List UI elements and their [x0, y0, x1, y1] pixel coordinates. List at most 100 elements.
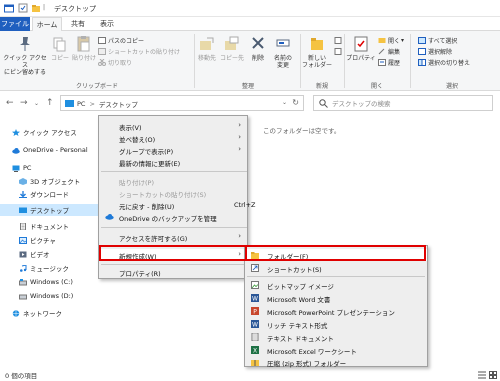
refresh-icon[interactable]: ↻: [292, 98, 299, 107]
history-button[interactable]: 履歴: [378, 58, 400, 67]
breadcrumb-separator: >: [89, 100, 95, 108]
submenu-item-label: ショートカット(S): [267, 266, 322, 274]
properties-quick-icon[interactable]: [18, 3, 28, 13]
copy-path-button[interactable]: パスのコピー: [98, 36, 144, 45]
search-box[interactable]: [313, 95, 493, 111]
submenu-item-rtf[interactable]: W リッチ テキスト形式: [245, 318, 427, 330]
paste-shortcut-button[interactable]: ショートカットの貼り付け: [98, 47, 180, 56]
new-folder-quick-icon[interactable]: [31, 3, 41, 13]
shortcut-icon: [251, 264, 259, 272]
sidebar-item-videos[interactable]: ビデオ: [19, 248, 50, 260]
new-item-dropdown[interactable]: [334, 36, 344, 45]
properties-button[interactable]: プロパティ: [346, 35, 376, 62]
edit-button[interactable]: 編集: [378, 47, 400, 56]
computer-icon: [12, 165, 20, 172]
copy-to-icon: [225, 36, 239, 50]
breadcrumb-desktop[interactable]: デスクトップ: [99, 99, 138, 109]
large-icons-view-icon[interactable]: [489, 371, 497, 379]
onedrive-cloud-icon: [105, 214, 114, 220]
breadcrumb-pc[interactable]: PC: [77, 100, 85, 108]
back-arrow-icon[interactable]: ←: [6, 98, 14, 108]
select-all-button[interactable]: すべて選択: [418, 36, 457, 45]
submenu-item-word[interactable]: W Microsoft Word 文書: [245, 292, 427, 304]
sidebar-item-music[interactable]: ミュージック: [19, 262, 69, 274]
submenu-item-shortcut[interactable]: ショートカット(S): [245, 262, 427, 274]
tab-share[interactable]: 共有: [66, 17, 90, 31]
video-icon: [19, 251, 27, 257]
cut-button[interactable]: 切り取り: [98, 58, 132, 67]
sidebar-item-desktop[interactable]: デスクトップ: [0, 204, 98, 216]
menu-item-give-access[interactable]: アクセスを許可する(G) ›: [99, 231, 247, 243]
menu-item-properties[interactable]: プロパティ(R): [99, 266, 247, 278]
paste-shortcut-label: ショートカットの貼り付け: [108, 49, 181, 56]
delete-icon: [252, 37, 264, 49]
menu-item-label: ショートカットの貼り付け(S): [119, 191, 207, 199]
recent-locations-chevron-icon[interactable]: ⌄: [34, 100, 39, 107]
address-bar[interactable]: PC > デスクトップ ⌄ ↻: [60, 95, 304, 111]
open-button[interactable]: 開く ▾: [378, 36, 404, 45]
invert-selection-label: 選択の切り替え: [428, 60, 471, 67]
submenu-item-bitmap[interactable]: ビットマップ イメージ: [245, 279, 427, 291]
tab-home[interactable]: ホーム: [32, 17, 62, 32]
sidebar-item-onedrive[interactable]: OneDrive - Personal: [12, 144, 88, 156]
easy-access-dropdown[interactable]: [334, 47, 344, 56]
menu-item-undo-delete[interactable]: 元に戻す - 削除(U) Ctrl+Z: [99, 199, 255, 211]
menu-item-paste-shortcut[interactable]: ショートカットの貼り付け(S): [99, 187, 247, 199]
svg-text:X: X: [253, 348, 257, 355]
search-input[interactable]: [332, 98, 482, 109]
menu-item-refresh[interactable]: 最新の情報に更新(E): [99, 156, 247, 168]
invert-selection-button[interactable]: 選択の切り替え: [418, 58, 470, 67]
address-dropdown-chevron-icon[interactable]: ⌄: [282, 99, 287, 106]
item-count: 0 個の項目: [5, 372, 38, 380]
select-group-label: 選択: [445, 83, 458, 90]
menu-item-group-by[interactable]: グループで表示(P) ›: [99, 144, 247, 156]
forward-arrow-icon[interactable]: →: [20, 98, 28, 108]
sidebar-item-downloads[interactable]: ダウンロード: [19, 188, 69, 200]
sidebar-item-drive-d[interactable]: Windows (D:): [19, 290, 73, 302]
submenu-item-text[interactable]: テキスト ドキュメント: [245, 331, 427, 343]
delete-button[interactable]: 削除: [248, 35, 268, 62]
new-folder-button[interactable]: 新しい フォルダー: [302, 35, 332, 69]
menu-separator: [101, 264, 247, 265]
sidebar-item-drive-c[interactable]: Windows (C:): [19, 276, 73, 288]
move-to-button[interactable]: 移動先: [196, 35, 218, 62]
menu-item-sort[interactable]: 並べ替え(O) ›: [99, 132, 247, 144]
window-title: デスクトップ: [54, 5, 96, 13]
pin-quick-access-button[interactable]: クイック アクセス にピン留めする: [2, 35, 48, 76]
tab-view[interactable]: 表示: [95, 17, 119, 31]
tab-file[interactable]: ファイル: [0, 17, 30, 31]
sidebar-item-network[interactable]: ネットワーク: [12, 307, 62, 319]
menu-item-label: 表示(V): [119, 124, 142, 132]
picture-icon: [19, 236, 27, 244]
sidebar-item-pictures[interactable]: ピクチャ: [19, 234, 56, 246]
empty-folder-message: このフォルダーは空です。: [263, 127, 341, 135]
menu-item-label: 貼り付け(P): [119, 179, 154, 187]
sidebar-item-quick-access[interactable]: クイック アクセス: [12, 126, 77, 138]
paste-label: 貼り付け: [72, 55, 97, 62]
sidebar-item-documents[interactable]: ドキュメント: [19, 220, 69, 232]
select-none-button[interactable]: 選択解除: [418, 47, 452, 56]
submenu-item-powerpoint[interactable]: P Microsoft PowerPoint プレゼンテーション: [245, 305, 427, 317]
up-arrow-icon[interactable]: ↑: [46, 98, 54, 108]
sidebar-item-3d-objects[interactable]: 3D オブジェクト: [19, 175, 80, 187]
submenu-item-label: Microsoft PowerPoint プレゼンテーション: [267, 309, 395, 317]
menu-item-paste[interactable]: 貼り付け(P): [99, 175, 247, 187]
move-to-icon: [200, 37, 214, 50]
sidebar-item-label: ピクチャ: [30, 237, 56, 245]
paste-button[interactable]: 貼り付け: [72, 35, 96, 62]
rename-button[interactable]: 名前の 変更: [270, 35, 296, 69]
menu-item-view[interactable]: 表示(V) ›: [99, 120, 247, 132]
copy-to-button[interactable]: コピー先: [220, 35, 244, 62]
submenu-arrow-icon: ›: [238, 121, 241, 129]
submenu-item-excel[interactable]: X Microsoft Excel ワークシート: [245, 344, 427, 356]
details-view-icon[interactable]: [478, 371, 486, 379]
copy-button[interactable]: コピー: [50, 35, 70, 62]
properties-icon: [354, 36, 368, 52]
open-label: 開く: [388, 38, 401, 45]
new-folder-icon: [311, 38, 323, 50]
menu-item-onedrive-backup[interactable]: OneDrive のバックアップを管理: [99, 211, 247, 223]
sidebar-item-pc[interactable]: PC: [12, 162, 31, 174]
quick-toolbar-separator: |: [43, 4, 46, 11]
submenu-item-zip[interactable]: 圧縮 (zip 形式) フォルダー: [245, 356, 427, 368]
network-icon: [12, 309, 20, 317]
